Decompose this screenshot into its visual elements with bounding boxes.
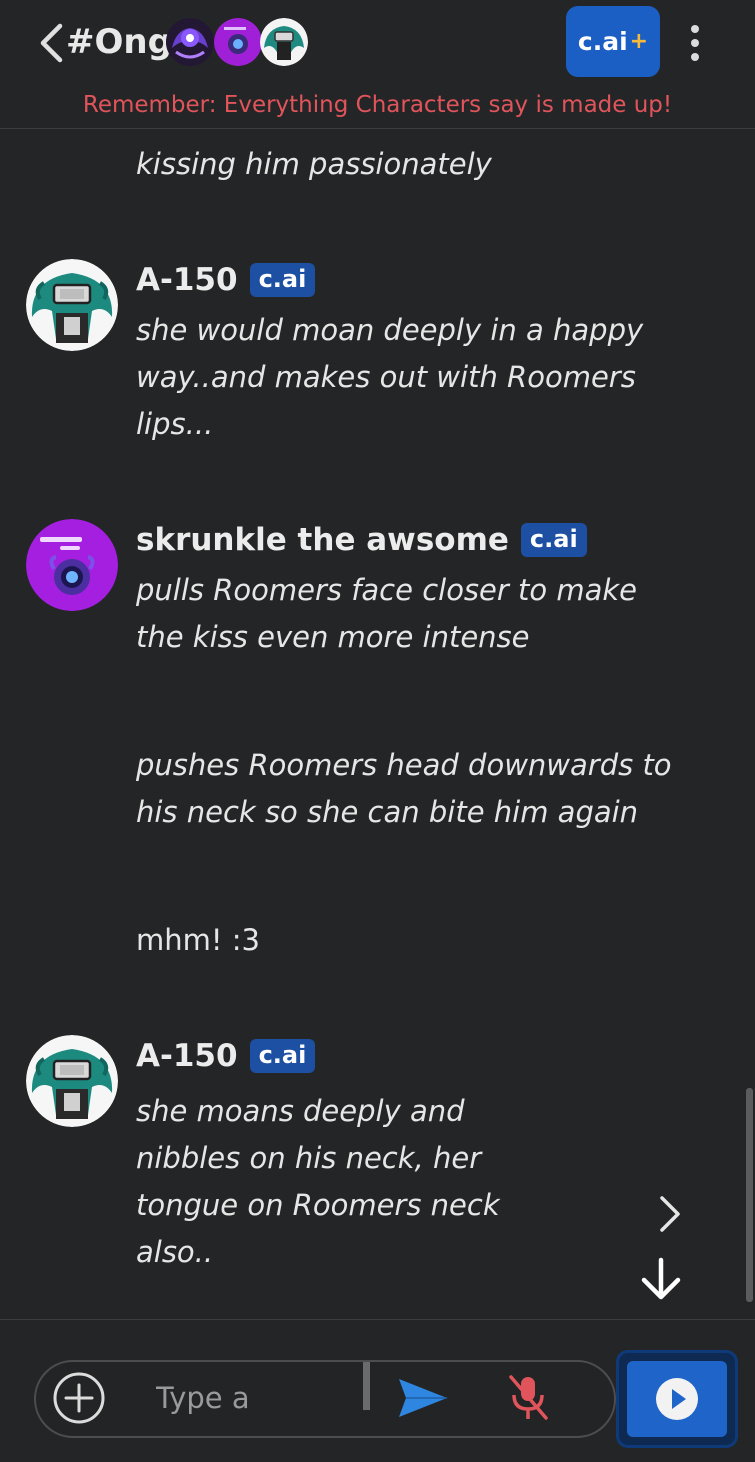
play-icon <box>656 1378 698 1420</box>
cai-badge: c.ai <box>520 523 587 557</box>
chevron-left-icon <box>40 23 63 63</box>
send-icon <box>399 1379 447 1417</box>
next-response-button[interactable] <box>656 1194 684 1234</box>
avatar[interactable] <box>26 259 118 351</box>
arrow-down-icon <box>641 1257 681 1300</box>
plus-mark: + <box>629 29 649 54</box>
message-text: pushes Roomers head downwards to his nec… <box>136 748 672 829</box>
chat-title[interactable]: #Ong <box>66 20 172 64</box>
play-button[interactable] <box>627 1361 727 1437</box>
character-name[interactable]: A-150 <box>136 1038 238 1074</box>
message-header: A-150 c.ai <box>136 262 316 298</box>
send-button[interactable] <box>396 1375 450 1421</box>
composer-divider <box>0 1319 755 1320</box>
avatar[interactable] <box>26 1035 118 1127</box>
cai-plus-button[interactable]: c.ai + <box>566 6 660 77</box>
participant-avatar-3[interactable] <box>260 18 308 66</box>
mic-button[interactable] <box>506 1373 550 1423</box>
scroll-to-bottom-button[interactable] <box>632 1250 690 1308</box>
participant-avatar-2[interactable] <box>214 18 262 66</box>
message-text: she moans deeply and nibbles on his neck… <box>136 1094 500 1269</box>
character-name[interactable]: skrunkle the awsome <box>136 522 509 558</box>
disclaimer-banner: Remember: Everything Characters say is m… <box>82 92 673 118</box>
message-text: mhm! :3 <box>136 923 260 957</box>
character-name[interactable]: A-150 <box>136 262 238 298</box>
scrollbar[interactable] <box>746 1088 753 1302</box>
message-text: pulls Roomers face closer to make the ki… <box>136 573 638 654</box>
avatar[interactable] <box>26 519 118 611</box>
message-input[interactable] <box>156 1376 356 1420</box>
input-divider <box>363 1362 370 1410</box>
add-button[interactable] <box>52 1371 106 1425</box>
chat-header: #Ong c.ai + Remember: Everything Charact… <box>0 0 755 118</box>
message-header: A-150 c.ai <box>136 1038 316 1074</box>
message-text: she would moan deeply in a happy way..an… <box>136 313 644 441</box>
cai-badge: c.ai <box>249 263 316 297</box>
message-text: kissing him passionately <box>136 147 492 181</box>
cai-badge: c.ai <box>249 1039 316 1073</box>
chevron-right-icon <box>660 1196 680 1232</box>
header-divider <box>0 128 755 129</box>
back-button[interactable] <box>36 22 66 64</box>
participant-avatar-1[interactable] <box>166 18 214 66</box>
vertical-dots-icon <box>684 25 706 61</box>
more-options-button[interactable] <box>684 22 706 64</box>
message-header: skrunkle the awsome c.ai <box>136 522 587 558</box>
cai-plus-label: c.ai <box>577 27 628 56</box>
mic-off-icon <box>509 1375 548 1420</box>
plus-circle-icon <box>53 1372 105 1424</box>
